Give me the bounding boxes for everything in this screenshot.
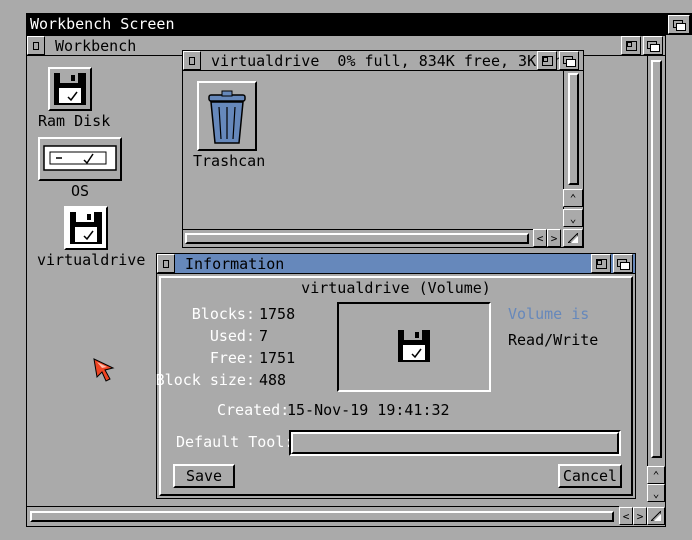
field-label: Blocks:: [191, 305, 255, 323]
mouse-pointer-icon: [93, 358, 115, 382]
created-label: Created:: [217, 401, 290, 419]
floppy-disk-icon: [398, 330, 430, 362]
virtualdrive-horizontal-scrollbar[interactable]: [183, 229, 533, 247]
information-depth-gadget[interactable]: [613, 254, 633, 273]
hard-drive-icon: [43, 145, 117, 171]
virtualdrive-title-bar[interactable]: virtualdrive 0% full, 834K free, 3K in: [183, 51, 583, 71]
virtualdrive-icon-frame: [64, 206, 108, 250]
cancel-button-label: Cancel: [562, 467, 618, 485]
desktop-icon-virtualdrive[interactable]: virtualdrive: [31, 206, 145, 272]
information-zoom-gadget[interactable]: [591, 254, 611, 273]
info-field-used: Used: 7: [157, 326, 337, 348]
screen-title: Workbench Screen: [30, 15, 175, 33]
field-value: 488: [259, 371, 287, 389]
trashcan-icon-frame: [197, 81, 257, 151]
trashcan-item[interactable]: Trashcan: [191, 79, 271, 173]
desktop-icon-label: OS: [71, 182, 90, 200]
workbench-vscroll-knob[interactable]: [651, 60, 662, 458]
icon-preview-box: [337, 302, 491, 392]
volume-is-label: Volume is: [508, 305, 590, 323]
information-title: Information: [185, 255, 285, 273]
ram-disk-icon-frame: [48, 67, 92, 111]
close-icon: [163, 259, 169, 268]
info-field-free: Free: 1751: [157, 348, 337, 370]
floppy-disk-icon: [54, 73, 86, 105]
workbench-scroll-up-button[interactable]: ⌃: [647, 466, 665, 484]
field-label: Used:: [209, 327, 255, 345]
desktop-icon-os[interactable]: OS: [35, 136, 125, 202]
field-value: 7: [259, 327, 269, 345]
workbench-hscroll-knob[interactable]: [30, 511, 614, 522]
desktop-icon-label: virtualdrive: [37, 251, 146, 269]
virtualdrive-resize-gadget[interactable]: [563, 229, 583, 247]
close-icon: [33, 41, 39, 50]
workbench-resize-gadget[interactable]: [647, 507, 665, 525]
trashcan-label: Trashcan: [193, 152, 266, 170]
field-label: Block size:: [155, 371, 255, 389]
cancel-button[interactable]: Cancel: [558, 464, 622, 488]
volume-name: virtualdrive (Volume): [301, 279, 491, 297]
os-icon-frame: [38, 137, 122, 181]
workbench-scroll-left-button[interactable]: <: [619, 507, 633, 525]
screen-depth-gadget[interactable]: [668, 15, 690, 34]
field-value: 1758: [259, 305, 296, 323]
workbench-horizontal-scrollbar[interactable]: [27, 506, 619, 526]
created-value: 15-Nov-19 19:41:32: [287, 401, 450, 419]
save-button[interactable]: Save: [173, 464, 235, 488]
workbench-depth-gadget[interactable]: [643, 36, 663, 55]
virtualdrive-hscroll-knob[interactable]: [185, 233, 529, 244]
workbench-vertical-scrollbar[interactable]: [647, 56, 665, 466]
info-field-block-size: Block size: 488: [155, 370, 337, 392]
field-label: Free:: [209, 349, 255, 367]
desktop-icon-ram-disk[interactable]: Ram Disk: [35, 66, 110, 132]
desktop-icon-label: Ram Disk: [38, 112, 111, 130]
virtualdrive-close-gadget[interactable]: [183, 51, 201, 70]
workbench-zoom-gadget[interactable]: [621, 36, 641, 55]
resize-icon: [568, 233, 578, 243]
workbench-close-gadget[interactable]: [27, 36, 45, 55]
close-icon: [189, 56, 195, 65]
virtualdrive-window: virtualdrive 0% full, 834K free, 3K in ⌃…: [182, 50, 584, 248]
save-button-label: Save: [185, 467, 223, 485]
default-tool-field[interactable]: [289, 430, 621, 456]
resize-icon: [651, 511, 661, 521]
field-value: 1751: [259, 349, 296, 367]
floppy-disk-icon: [70, 212, 102, 244]
information-title-bar[interactable]: Information: [157, 254, 635, 274]
information-window: Information virtualdrive (Volume) Blocks…: [156, 253, 636, 499]
information-close-gadget[interactable]: [157, 254, 175, 273]
virtualdrive-depth-gadget[interactable]: [559, 51, 579, 70]
trashcan-icon: [208, 90, 246, 144]
default-tool-label: Default Tool:: [176, 433, 294, 451]
virtualdrive-title: virtualdrive 0% full, 834K free, 3K in: [211, 52, 564, 70]
virtualdrive-scroll-right-button[interactable]: >: [547, 229, 561, 247]
workbench-scroll-down-button[interactable]: ⌄: [647, 484, 665, 502]
info-field-blocks: Blocks: 1758: [157, 304, 337, 326]
virtualdrive-scroll-down-button[interactable]: ⌄: [563, 209, 583, 227]
virtualdrive-scroll-left-button[interactable]: <: [533, 229, 547, 247]
workbench-title: Workbench: [55, 37, 137, 55]
virtualdrive-zoom-gadget[interactable]: [537, 51, 557, 70]
screen-title-bar[interactable]: Workbench Screen: [26, 13, 692, 35]
workbench-scroll-right-button[interactable]: >: [633, 507, 647, 525]
virtualdrive-scroll-up-button[interactable]: ⌃: [563, 189, 583, 207]
volume-state: Read/Write: [508, 331, 599, 349]
virtualdrive-vscroll-knob[interactable]: [568, 73, 579, 185]
